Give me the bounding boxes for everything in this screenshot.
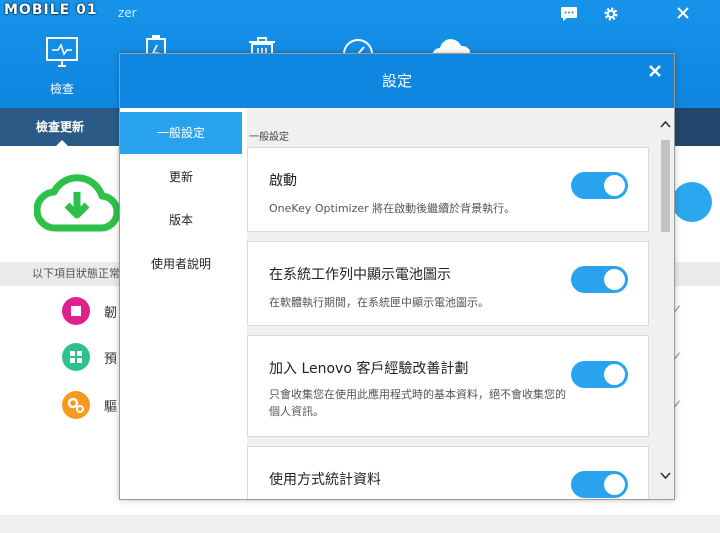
settings-content: 一般設定 啟動 OneKey Optimizer 將在啟動後繼續於背景執行。 在… [247,108,657,499]
item-label: 韌 [104,306,118,321]
section-header: 一般設定 [249,132,289,143]
sidebar-item-general[interactable]: 一般設定 [120,112,242,154]
watermark-logo: MOBILE 01 [4,2,98,18]
grid-icon [62,343,90,371]
sidebar-item-version[interactable]: 版本 [120,199,242,241]
dialog-close-button[interactable] [644,62,666,84]
toggle-knob [604,364,625,385]
usage-statistics-toggle[interactable] [571,471,628,498]
startup-toggle[interactable] [571,172,628,199]
action-circle[interactable] [672,182,712,222]
settings-sidebar: 一般設定 更新 版本 使用者說明 [120,108,242,499]
setting-description: OneKey Optimizer 將在啟動後繼續於背景執行。 [269,202,516,215]
setting-description: 在軟體執行期間，在系統匣中顯示電池圖示。 [269,296,489,309]
tray-icon-toggle[interactable] [571,266,628,293]
toggle-knob [604,269,625,290]
setting-card-tray-icon: 在系統工作列中顯示電池圖示 在軟體執行期間，在系統匣中顯示電池圖示。 [247,241,649,326]
gear-icon[interactable] [600,6,622,24]
monitor-icon[interactable] [44,34,80,70]
setting-title: 在系統工作列中顯示電池圖示 [269,267,451,283]
scroll-thumb[interactable] [661,140,670,232]
setting-card-usage-statistics: 使用方式統計資料 [247,446,649,499]
experience-program-toggle[interactable] [571,361,628,388]
app-title: zer [118,6,137,20]
chip-icon [62,297,90,325]
tab-pointer [56,140,68,146]
gears-icon [62,391,90,419]
setting-title: 加入 Lenovo 客戶經驗改善計劃 [269,361,469,377]
setting-card-startup: 啟動 OneKey Optimizer 將在啟動後繼續於背景執行。 [247,147,649,232]
item-label: 預 [104,352,118,367]
setting-title: 使用方式統計資料 [269,472,381,488]
settings-dialog: 設定 一般設定 更新 版本 使用者說明 一般設定 啟動 OneKey Optim… [119,53,675,500]
setting-card-experience-program: 加入 Lenovo 客戶經驗改善計劃 只會收集您在使用此應用程式時的基本資料，絕… [247,335,649,437]
setting-title: 啟動 [269,173,297,189]
sidebar-item-user-guide[interactable]: 使用者說明 [120,243,242,285]
setting-description: 只會收集您在使用此應用程式時的基本資料，絕不會收集您的個人資訊。 [269,388,566,418]
close-icon [649,65,661,77]
scroll-down-icon[interactable] [657,472,674,486]
cloud-download-icon [33,166,121,236]
nav-check-label: 檢查 [49,82,74,96]
scroll-up-icon[interactable] [657,120,674,134]
item-label: 驅 [104,400,118,415]
close-icon[interactable] [672,6,694,24]
toggle-knob [604,474,625,495]
toggle-knob [604,175,625,196]
bottom-bar [0,515,720,533]
sidebar-item-update[interactable]: 更新 [120,156,242,198]
dialog-title: 設定 [381,72,412,90]
settings-scrollbar[interactable] [657,108,674,499]
chat-icon[interactable] [558,6,580,24]
